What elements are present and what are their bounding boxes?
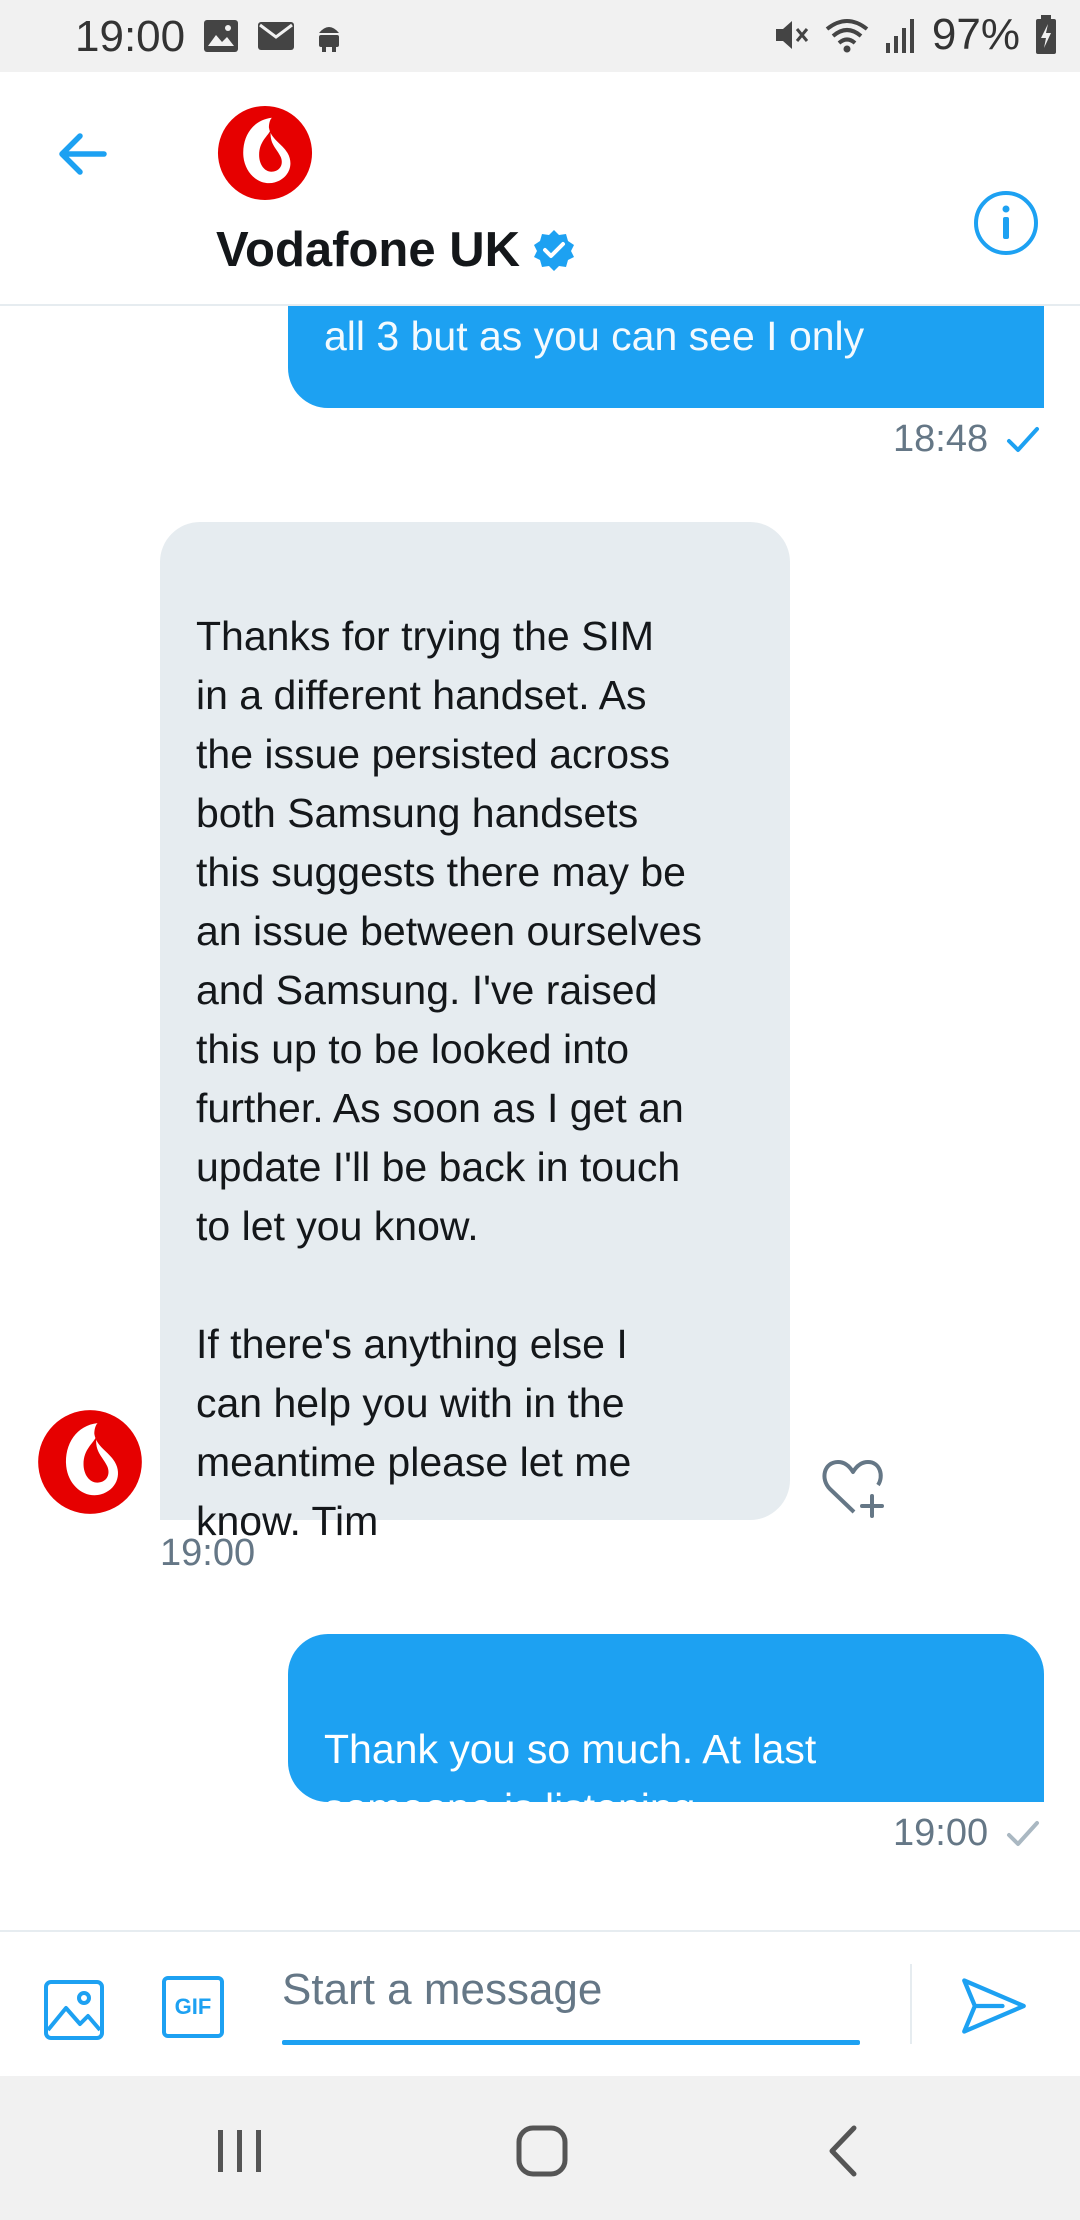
message-timestamp: 18:48 xyxy=(893,418,1040,461)
sender-avatar[interactable] xyxy=(36,1408,144,1516)
verified-badge-icon xyxy=(533,230,574,271)
message-text: Thanks for trying the SIM in a different… xyxy=(196,613,702,1544)
battery-charging-icon xyxy=(1036,15,1056,54)
mail-icon xyxy=(258,22,294,50)
add-gif-button[interactable]: GIF xyxy=(162,1976,224,2038)
mute-icon xyxy=(775,21,809,49)
signal-icon xyxy=(885,19,914,53)
status-notification-icons xyxy=(203,16,345,56)
status-system-icons: 97% xyxy=(770,10,1058,60)
home-button[interactable] xyxy=(507,2116,577,2186)
system-nav-bar xyxy=(0,2076,1080,2220)
gif-label: GIF xyxy=(174,1994,212,2019)
timestamp-text: 19:00 xyxy=(893,1812,989,1854)
android-icon xyxy=(319,27,339,52)
battery-percent: 97% xyxy=(931,10,1020,59)
timestamp-text: 18:48 xyxy=(893,418,989,460)
conversation-title: Vodafone UK xyxy=(216,222,576,278)
composer-divider xyxy=(910,1964,912,2044)
timestamp-text: 19:00 xyxy=(160,1532,256,1574)
message-text-partial: all 3 but as you can see I only xyxy=(324,313,865,359)
wifi-icon xyxy=(825,19,869,53)
react-heart-icon[interactable] xyxy=(818,1454,888,1520)
add-image-button[interactable] xyxy=(42,1978,106,2042)
send-button[interactable] xyxy=(960,1972,1028,2040)
status-time: 19:00 xyxy=(75,12,186,61)
back-nav-button[interactable] xyxy=(810,2116,880,2186)
outgoing-message-bubble[interactable]: Thank you so much. At last someone is li… xyxy=(288,1634,1044,1831)
message-input[interactable] xyxy=(282,1960,860,2020)
recent-apps-button[interactable] xyxy=(205,2116,275,2186)
info-button[interactable] xyxy=(972,189,1040,257)
account-name: Vodafone UK xyxy=(216,223,520,277)
message-timestamp: 19:00 xyxy=(160,1532,255,1575)
outgoing-message-bubble[interactable]: all 3 but as you can see I only received… xyxy=(288,306,1044,477)
vodafone-logo[interactable] xyxy=(216,104,314,202)
input-underline xyxy=(282,2040,860,2045)
message-composer: GIF xyxy=(0,1930,1080,2078)
status-bar: 19:00 97% xyxy=(0,0,1080,72)
read-check-icon xyxy=(1007,426,1040,452)
conversation-header: Vodafone UK xyxy=(0,72,1080,306)
image-icon xyxy=(204,20,238,52)
sent-check-icon xyxy=(1007,1820,1040,1846)
message-list[interactable]: all 3 but as you can see I only received… xyxy=(0,306,1080,1930)
message-timestamp: 19:00 xyxy=(893,1812,1040,1855)
back-button[interactable] xyxy=(52,122,116,186)
incoming-message-bubble[interactable]: Thanks for trying the SIM in a different… xyxy=(160,522,790,1544)
